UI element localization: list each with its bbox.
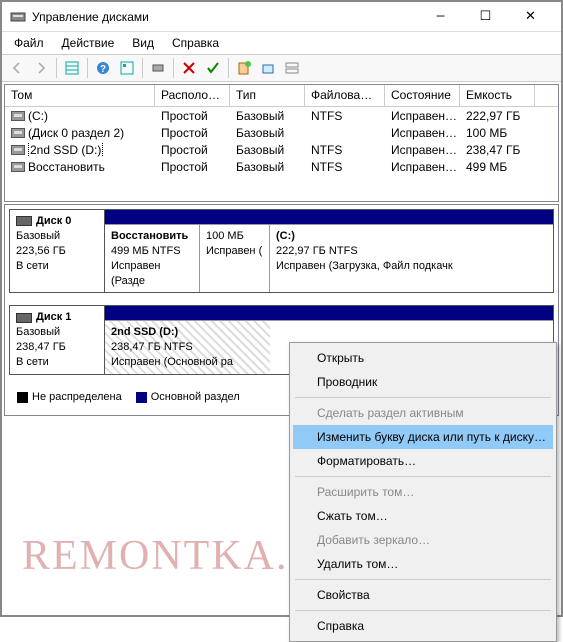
- window-title: Управление дисками: [32, 10, 418, 24]
- volume-row[interactable]: (C:)ПростойБазовыйNTFSИсправен…222,97 ГБ: [5, 107, 558, 124]
- context-menu-item: Расширить том…: [293, 480, 553, 504]
- check-button[interactable]: [202, 57, 224, 79]
- col-type[interactable]: Тип: [230, 85, 305, 106]
- context-menu-item[interactable]: Сжать том…: [293, 504, 553, 528]
- settings-button[interactable]: [116, 57, 138, 79]
- menu-action[interactable]: Действие: [54, 34, 123, 52]
- context-menu[interactable]: ОткрытьПроводник Сделать раздел активнымИ…: [289, 342, 557, 642]
- menubar: Файл Действие Вид Справка: [2, 32, 561, 54]
- context-menu-item[interactable]: Форматировать…: [293, 449, 553, 473]
- partition-bar: [105, 210, 553, 224]
- col-volume[interactable]: Том: [5, 85, 155, 106]
- maximize-button[interactable]: ☐: [463, 3, 508, 31]
- legend-primary-swatch: [136, 392, 147, 403]
- close-button[interactable]: ✕: [508, 3, 553, 31]
- disk-icon: [16, 216, 32, 226]
- context-menu-separator: [295, 476, 551, 477]
- titlebar: Управление дисками ─ ☐ ✕: [2, 2, 561, 32]
- context-menu-item[interactable]: Удалить том…: [293, 552, 553, 576]
- partition-bar: [105, 306, 553, 320]
- disk-block[interactable]: Диск 0Базовый223,56 ГБВ сетиВосстановить…: [9, 209, 554, 293]
- context-menu-item: Сделать раздел активным: [293, 401, 553, 425]
- app-icon: [10, 9, 26, 25]
- context-menu-item[interactable]: Открыть: [293, 346, 553, 370]
- delete-button[interactable]: [178, 57, 200, 79]
- new-button[interactable]: [233, 57, 255, 79]
- legend-primary-label: Основной раздел: [151, 391, 240, 403]
- forward-button: [30, 57, 52, 79]
- context-menu-item[interactable]: Проводник: [293, 370, 553, 394]
- disk-icon: [16, 313, 32, 323]
- layout-button[interactable]: [281, 57, 303, 79]
- context-menu-separator: [295, 610, 551, 611]
- context-menu-separator: [295, 579, 551, 580]
- col-capacity[interactable]: Емкость: [460, 85, 535, 106]
- legend-unallocated-label: Не распределена: [32, 391, 122, 403]
- partition[interactable]: (C:)222,97 ГБ NTFSИсправен (Загрузка, Фа…: [270, 225, 535, 292]
- help-button[interactable]: ?: [92, 57, 114, 79]
- menu-file[interactable]: Файл: [6, 34, 52, 52]
- refresh-button[interactable]: [147, 57, 169, 79]
- partition[interactable]: Восстановить499 МБ NTFSИсправен (Разде: [105, 225, 200, 292]
- col-status[interactable]: Состояние: [385, 85, 460, 106]
- volume-row[interactable]: ВосстановитьПростойБазовыйNTFSИсправен…4…: [5, 158, 558, 175]
- svg-text:?: ?: [100, 64, 106, 75]
- disk-info: Диск 0Базовый223,56 ГБВ сети: [10, 210, 105, 292]
- context-menu-item[interactable]: Свойства: [293, 583, 553, 607]
- column-headers[interactable]: Том Располо… Тип Файловая с… Состояние Е…: [5, 85, 558, 107]
- context-menu-separator: [295, 397, 551, 398]
- col-layout[interactable]: Располо…: [155, 85, 230, 106]
- partition[interactable]: 2nd SSD (D:)238,47 ГБ NTFSИсправен (Осно…: [105, 321, 270, 374]
- volume-row[interactable]: 2nd SSD (D:)ПростойБазовыйNTFSИсправен…2…: [5, 141, 558, 158]
- partition[interactable]: 100 МБИсправен (: [200, 225, 270, 292]
- disk-info: Диск 1Базовый238,47 ГБВ сети: [10, 306, 105, 374]
- col-fs[interactable]: Файловая с…: [305, 85, 385, 106]
- menu-help[interactable]: Справка: [164, 34, 227, 52]
- minimize-button[interactable]: ─: [418, 3, 463, 31]
- volume-list: Том Располо… Тип Файловая с… Состояние Е…: [4, 84, 559, 202]
- volume-row[interactable]: (Диск 0 раздел 2)ПростойБазовыйИсправен……: [5, 124, 558, 141]
- view-button[interactable]: [61, 57, 83, 79]
- menu-view[interactable]: Вид: [124, 34, 162, 52]
- legend-unallocated-swatch: [17, 392, 28, 403]
- context-menu-item[interactable]: Изменить букву диска или путь к диску…: [293, 425, 553, 449]
- context-menu-item: Добавить зеркало…: [293, 528, 553, 552]
- back-button: [6, 57, 28, 79]
- context-menu-item[interactable]: Справка: [293, 614, 553, 638]
- wizard-button[interactable]: [257, 57, 279, 79]
- toolbar: ?: [2, 54, 561, 82]
